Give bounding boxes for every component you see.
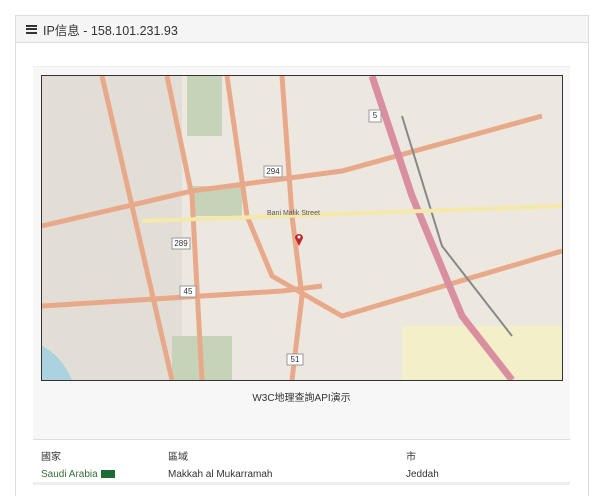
road-number-289: 289 [174,239,188,248]
city-value: Jeddah [406,469,439,480]
country-label: 國家 [41,452,61,463]
road-number-51: 51 [290,355,300,364]
map[interactable]: 294 289 45 51 5 Bani Malik Street [41,75,563,381]
location-info: 國家 Saudi Arabia 區域 Makkah al Mukarramah 市J… [33,439,570,485]
map-tiles [42,76,562,380]
map-container: 294 289 45 51 5 Bani Malik Street W3C地理查… [33,66,570,439]
panel-title: IP信息 - 158.101.231.93 [43,23,178,38]
panel-header: IP信息 - 158.101.231.93 [16,16,588,43]
road-number-5: 5 [372,111,378,120]
road-number-45: 45 [183,287,193,296]
city-label: 市 [406,452,416,463]
map-caption: W3C地理查詢API演示 [252,393,351,404]
street-label: Bani Malik Street [267,210,320,217]
server-icon [26,24,37,34]
road-number-294: 294 [266,167,280,176]
ip-info-panel: IP信息 - 158.101.231.93 294 289 45 51 5 Ba… [15,15,589,496]
region-label: 區域 [168,452,188,463]
region-value: Makkah al Mukarramah [168,469,273,480]
saudi-arabia-flag-icon [100,470,115,479]
country-link[interactable]: Saudi Arabia [41,469,98,480]
location-marker-icon[interactable] [294,232,304,246]
